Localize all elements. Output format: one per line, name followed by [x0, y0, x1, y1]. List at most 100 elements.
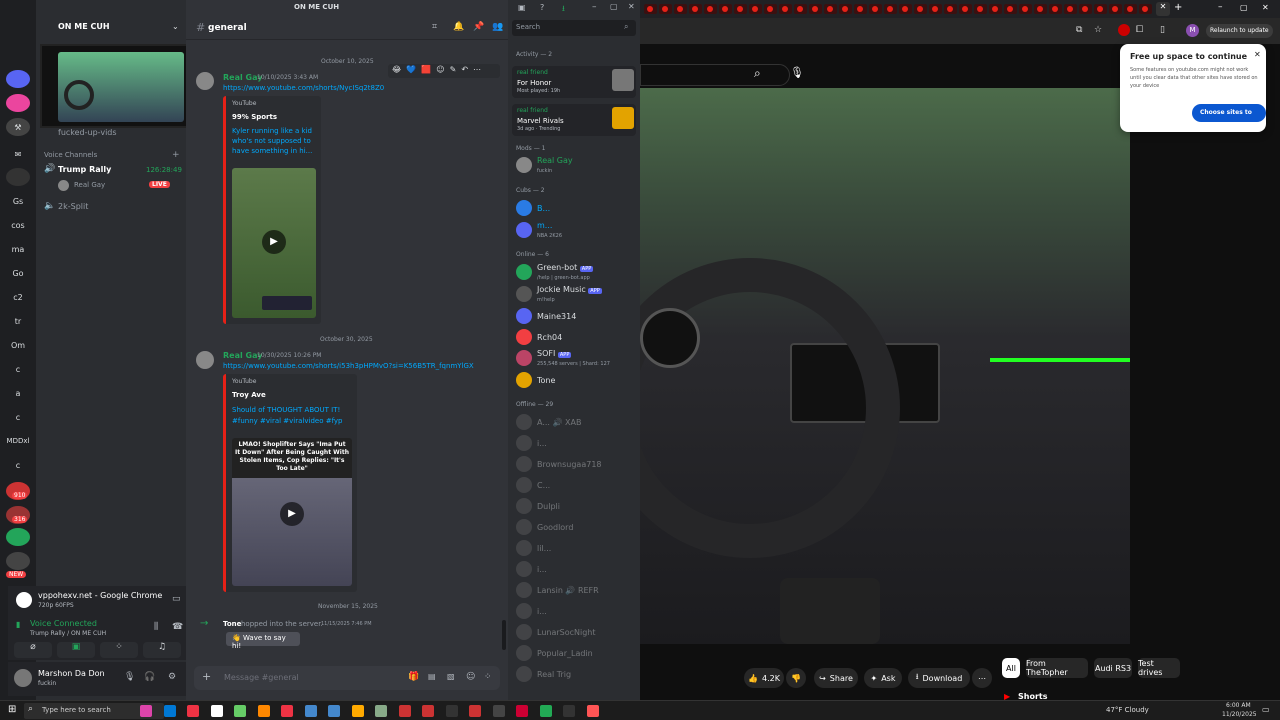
taskbar-app-icon[interactable]	[492, 705, 505, 717]
taskbar-app-icon[interactable]	[234, 705, 246, 717]
embed-thumbnail[interactable]: LMAO! Shoplifter Says "Ima Put It Down" …	[232, 438, 352, 586]
reply-icon[interactable]: ↶	[461, 65, 468, 77]
noise-icon[interactable]: ⫼	[154, 622, 158, 632]
gear-icon[interactable]: ⚙	[168, 672, 176, 682]
browser-tab[interactable]	[704, 4, 717, 14]
offline-member[interactable]: lil...	[516, 540, 551, 556]
browser-tab[interactable]	[1094, 4, 1107, 14]
voice-channel-2k-split[interactable]: 2k-Split	[58, 202, 88, 211]
offline-member[interactable]: Real Trig	[516, 666, 571, 682]
server-icon[interactable]	[6, 94, 30, 112]
reaction-icon[interactable]: 🟥	[421, 65, 431, 77]
screen-icon[interactable]: ▭	[172, 594, 181, 604]
download-icon[interactable]: ⭳	[562, 3, 565, 17]
reaction-icon[interactable]: 💙	[406, 65, 416, 77]
play-icon[interactable]: ▶	[262, 230, 286, 254]
offline-member[interactable]: C...	[516, 477, 550, 493]
server-mddxl[interactable]: MDDxl	[6, 432, 30, 450]
wave-button[interactable]: 👋 Wave to say hi!	[226, 632, 300, 650]
add-channel-icon[interactable]: +	[172, 150, 180, 160]
server-go[interactable]: Go	[6, 264, 30, 282]
windows-start-icon[interactable]: ⊞	[8, 704, 16, 715]
weather[interactable]: 47°F Cloudy	[1106, 706, 1149, 714]
offline-member[interactable]: Brownsugaa718	[516, 456, 602, 472]
download-button[interactable]: ⭳ Download	[908, 668, 970, 688]
embed-thumbnail[interactable]: ▶	[232, 168, 316, 318]
member-item[interactable]: B...	[516, 200, 550, 216]
taskbar-app-icon[interactable]	[563, 705, 575, 717]
plus-icon[interactable]: +	[202, 670, 211, 683]
activities-button[interactable]: ⁘	[100, 642, 138, 658]
taskbar-app-icon[interactable]	[422, 705, 434, 717]
server-cos[interactable]: cos	[6, 216, 30, 234]
browser-tab[interactable]	[944, 4, 957, 14]
server-icon[interactable]	[6, 528, 30, 546]
member-item[interactable]: SOFI APP 255,548 servers | Shard: 127	[516, 349, 610, 367]
offline-member[interactable]: LunarSocNight	[516, 624, 596, 640]
star-icon[interactable]: ☆	[1094, 25, 1102, 35]
offline-member[interactable]: Goodlord	[516, 519, 573, 535]
message-link[interactable]: https://www.youtube.com/shorts/NycISq2t8…	[223, 84, 384, 92]
dislike-button[interactable]: 👎	[786, 668, 806, 688]
inbox-icon[interactable]: ▣	[518, 3, 526, 12]
offline-member[interactable]: i...	[516, 435, 547, 451]
scrollbar[interactable]	[502, 620, 506, 650]
voice-channels-header[interactable]: Voice Channels	[44, 151, 97, 159]
mic-icon[interactable]: 🎙	[124, 672, 135, 682]
avatar[interactable]	[14, 669, 32, 687]
browser-tab[interactable]	[674, 4, 687, 14]
chip-all[interactable]: All	[1002, 658, 1020, 678]
taskbar-app-icon[interactable]	[586, 705, 599, 717]
help-icon[interactable]: ?	[540, 3, 544, 12]
taskbar-app-icon[interactable]	[375, 705, 387, 717]
offline-member[interactable]: Lansin 🔊 REFR	[516, 582, 599, 598]
clock-time[interactable]: 6:00 AM	[1226, 702, 1251, 709]
clock-date[interactable]: 11/20/2025	[1222, 711, 1257, 718]
browser-tab[interactable]	[914, 4, 927, 14]
mail-icon[interactable]: ✉	[6, 145, 30, 163]
browser-tab[interactable]	[929, 4, 942, 14]
browser-tab[interactable]	[824, 4, 837, 14]
server-a[interactable]: a	[6, 384, 30, 402]
offline-member[interactable]: Dulpli	[516, 498, 560, 514]
add-reaction-icon[interactable]: ☺	[436, 65, 444, 77]
server-gs[interactable]: Gs	[6, 192, 30, 210]
browser-tab[interactable]	[1109, 4, 1122, 14]
taskbar-app-icon[interactable]	[304, 705, 317, 717]
voice-user[interactable]: Real Gay	[74, 181, 105, 189]
short-video[interactable]	[640, 88, 1130, 644]
browser-tab[interactable]	[734, 4, 747, 14]
camera-button[interactable]: ⌀	[14, 642, 52, 658]
apps-icon[interactable]: ⁘	[484, 672, 492, 682]
close-icon[interactable]: ✕	[1254, 50, 1261, 59]
browser-tab[interactable]	[1124, 4, 1137, 14]
browser-tab[interactable]	[1019, 4, 1032, 14]
taskbar-app-icon[interactable]	[469, 705, 481, 717]
taskbar-app-icon[interactable]	[328, 705, 340, 717]
play-icon[interactable]: ▶	[280, 502, 304, 526]
reaction-icon[interactable]: 😂	[392, 65, 401, 77]
offline-member[interactable]: i...	[516, 603, 547, 619]
embed-title[interactable]: Kyler running like a kid who's not suppo…	[232, 126, 318, 156]
yt-search-field[interactable]	[640, 64, 790, 86]
browser-tab[interactable]	[779, 4, 792, 14]
browser-tab[interactable]	[1139, 4, 1152, 14]
taskbar-app-icon[interactable]	[163, 705, 176, 717]
server-c[interactable]: c	[6, 456, 30, 474]
member-item[interactable]: Green-bot APP/help | green-bot.app	[516, 263, 594, 281]
browser-tab[interactable]	[1004, 4, 1017, 14]
sticker-icon[interactable]: ▧	[447, 672, 455, 681]
share-button[interactable]: ↪ Share	[814, 668, 858, 688]
taskbar-app-icon[interactable]	[281, 705, 293, 717]
member-item[interactable]: Maine314	[516, 308, 576, 324]
browser-tab[interactable]	[794, 4, 807, 14]
chip-from-thetopher[interactable]: From TheTopher	[1026, 658, 1088, 678]
emoji-icon[interactable]: ☺	[466, 672, 475, 682]
offline-member[interactable]: Popular_Ladin	[516, 645, 593, 661]
close-icon[interactable]: ✕	[628, 2, 635, 11]
screen-share-button[interactable]: ▣	[57, 642, 95, 658]
avatar[interactable]	[58, 180, 69, 191]
chip-audi-rs3[interactable]: Audi RS3	[1094, 658, 1132, 678]
browser-tab[interactable]	[749, 4, 762, 14]
offline-member[interactable]: i...	[516, 561, 547, 577]
